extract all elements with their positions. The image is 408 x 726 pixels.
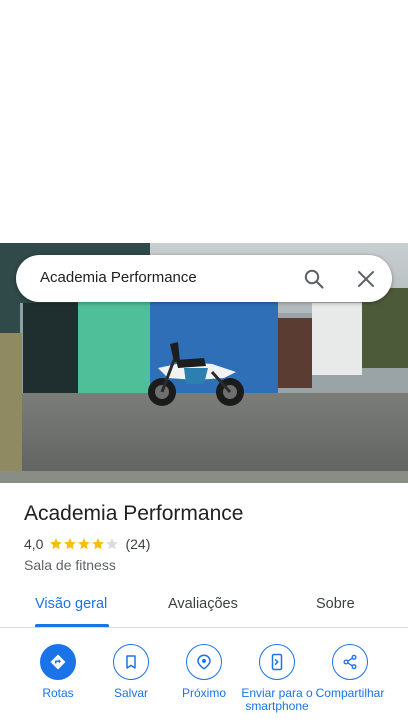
tab-bar: Visão geral Avaliações Sobre <box>0 585 408 627</box>
photo-wall-dark <box>278 318 312 388</box>
photo-wall-left <box>0 333 22 483</box>
tab-overview[interactable]: Visão geral <box>35 596 107 612</box>
star-filled-icon <box>78 538 91 550</box>
save-label: Salvar <box>113 686 148 700</box>
directions-label: Rotas <box>42 686 74 700</box>
tabs-divider <box>0 627 408 628</box>
share-icon <box>343 654 357 670</box>
share-icon-circle <box>332 644 368 680</box>
photo-curb <box>0 471 408 483</box>
close-icon[interactable] <box>354 267 378 291</box>
directions-icon-circle <box>40 644 76 680</box>
star-filled-icon <box>92 538 105 550</box>
rating-value: 4,0 <box>24 536 44 552</box>
directions-button[interactable]: Rotas <box>21 644 95 700</box>
star-filled-icon <box>64 538 77 550</box>
tab-about[interactable]: Sobre <box>316 596 355 612</box>
save-button[interactable]: Salvar <box>94 644 168 700</box>
send-to-phone-icon <box>271 653 283 671</box>
share-button[interactable]: Compartilhar <box>313 644 387 700</box>
send-to-phone-icon-circle <box>259 644 295 680</box>
nearby-icon-circle <box>186 644 222 680</box>
rating-row[interactable]: 4,0 (24) <box>24 536 150 552</box>
search-input[interactable]: Academia Performance <box>40 269 197 286</box>
star-rating <box>49 537 119 551</box>
nearby-label: Próximo <box>181 686 226 700</box>
star-empty-icon <box>106 538 119 550</box>
photo-motorcycle <box>148 342 244 406</box>
search-icon[interactable] <box>302 267 326 291</box>
tab-reviews[interactable]: Avaliações <box>168 596 238 612</box>
nearby-icon <box>197 654 211 670</box>
nearby-button[interactable]: Próximo <box>167 644 241 700</box>
send-to-phone-button[interactable]: Enviar para o smartphone <box>240 644 314 713</box>
share-label: Compartilhar <box>315 686 385 700</box>
review-count[interactable]: (24) <box>125 536 150 552</box>
directions-icon <box>50 654 66 670</box>
place-title: Academia Performance <box>24 502 244 525</box>
bookmark-icon <box>126 655 136 669</box>
photo-wall-white <box>312 303 362 375</box>
star-filled-icon <box>50 538 63 550</box>
search-bar[interactable]: Academia Performance <box>16 255 392 302</box>
save-icon-circle <box>113 644 149 680</box>
place-category[interactable]: Sala de fitness <box>24 557 116 573</box>
send-to-phone-label: Enviar para o smartphone <box>241 686 313 713</box>
